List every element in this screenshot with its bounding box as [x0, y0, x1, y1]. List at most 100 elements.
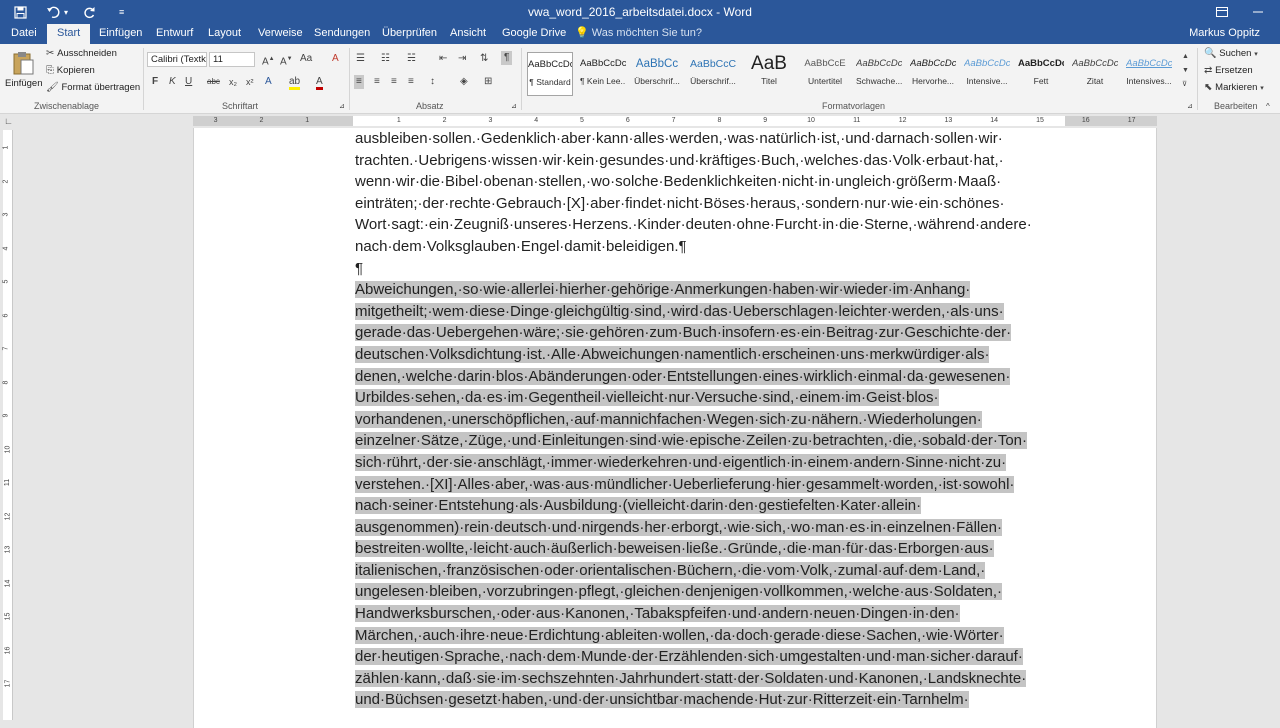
text-line[interactable]: ausbleiben·sollen.·Gedenklich·aber·kann·…	[355, 128, 1075, 150]
decrease-indent-icon[interactable]: ⇤	[439, 52, 447, 66]
style-zitat[interactable]: AaBbCcDc Zitat	[1072, 52, 1118, 96]
text-line[interactable]: Wort·sagt:·ein·Zeugniß·unseres·Herzens.·…	[355, 214, 1075, 236]
text-line[interactable]: bestreiten·wollte,·leicht·auch·äußerlich…	[355, 538, 1075, 560]
tab-ueberpruefen[interactable]: Überprüfen	[382, 24, 437, 44]
text-line[interactable]: Abweichungen,·so·wie·allerlei·hierher·ge…	[355, 279, 1075, 301]
highlight-icon[interactable]: ab	[289, 75, 301, 90]
text-line[interactable]: zählen·kann,·daß·sie·im·sechszehnten·Jah…	[355, 668, 1075, 690]
borders-icon[interactable]: ⊞	[484, 75, 492, 89]
shrink-font-icon[interactable]: A▼	[280, 52, 293, 69]
justify-icon[interactable]: ≡	[408, 75, 414, 89]
style-titel[interactable]: AaB Titel	[746, 52, 792, 96]
select-button[interactable]: ⬉ Markieren ▾	[1204, 81, 1264, 96]
tell-me-search[interactable]: 💡 Was möchten Sie tun?	[575, 24, 702, 44]
paragraph-dialog-launcher-icon[interactable]: ⊿	[511, 100, 517, 114]
font-color-icon[interactable]: A	[316, 75, 323, 90]
replace-button[interactable]: ⇄ Ersetzen	[1204, 64, 1253, 78]
paste-button[interactable]: Einfügen	[4, 48, 43, 96]
tab-einfuegen[interactable]: Einfügen	[99, 24, 142, 44]
change-case-icon[interactable]: Aa	[300, 52, 312, 66]
text-line[interactable]: verstehen.·[XI]·Alles·aber,·was·aus·münd…	[355, 474, 1075, 496]
text-line[interactable]: Urbildes·sehen,·da·es·im·Gegentheil·viel…	[355, 387, 1075, 409]
text-line[interactable]: Märchen,·auch·ihre·neue·Erdichtung·ablei…	[355, 625, 1075, 647]
text-line[interactable]: und·Büchsen·gesetzt·haben,·und·der·unsic…	[355, 689, 1075, 711]
minimize-icon[interactable]	[1240, 0, 1276, 24]
text-line[interactable]: trachten.·Uebrigens·wissen·wir·kein·gesu…	[355, 150, 1075, 172]
clear-formatting-icon[interactable]: A	[332, 52, 339, 66]
text-line[interactable]: italienischen,·französischen·oder·orient…	[355, 560, 1075, 582]
styles-dialog-launcher-icon[interactable]: ⊿	[1187, 100, 1193, 114]
align-left-icon[interactable]: ≡	[354, 75, 364, 89]
text-line[interactable]: ungelesen·bleiben,·vorzubringen·pflegt,·…	[355, 581, 1075, 603]
font-dialog-launcher-icon[interactable]: ⊿	[339, 100, 345, 114]
ribbon-display-options-icon[interactable]	[1204, 0, 1240, 24]
collapse-ribbon-icon[interactable]: ^	[1266, 100, 1270, 114]
style-hervorhebung[interactable]: AaBbCcDc Hervorhe...	[910, 52, 956, 96]
style-untertitel[interactable]: AaBbCcE Untertitel	[802, 52, 848, 96]
tab-verweise[interactable]: Verweise	[258, 24, 303, 44]
styles-more-icon[interactable]: ⊽	[1182, 78, 1187, 92]
styles-scroll-down-icon[interactable]: ▼	[1182, 64, 1189, 78]
align-right-icon[interactable]: ≡	[391, 75, 397, 89]
grow-font-icon[interactable]: A▲	[262, 52, 275, 69]
tab-google-drive[interactable]: Google Drive	[502, 24, 566, 44]
text-line[interactable]: denen,·welche·darin·blos·Abänderungen·od…	[355, 366, 1075, 388]
text-line[interactable]: nach·dem·Volksglauben·Engel·damit·beleid…	[355, 236, 1075, 258]
sort-icon[interactable]: ⇅	[480, 52, 488, 66]
tab-selector-icon[interactable]: ∟	[4, 114, 13, 128]
text-line[interactable]: mitgetheilt;·wem·diese·Dinge·gleichgülti…	[355, 301, 1075, 323]
underline-button[interactable]: U	[185, 75, 192, 89]
horizontal-ruler[interactable]: 3 2 1 1 2 3 4 5 6 7 8 9 10 11 12 13 14 15 16 17	[193, 116, 1157, 126]
increase-indent-icon[interactable]: ⇥	[458, 52, 466, 66]
text-line[interactable]: ¶	[355, 258, 1075, 280]
text-line[interactable]: der·heutigen·Sprache,·nach·dem·Munde·der…	[355, 646, 1075, 668]
text-line[interactable]: ausgenommen)·rein·deutsch·und·nirgends·h…	[355, 517, 1075, 539]
text-line[interactable]: einzelner·Sätze,·Züge,·und·Einleitungen·…	[355, 430, 1075, 452]
style-standard[interactable]: AaBbCcDc ¶ Standard	[527, 52, 573, 96]
style-fett[interactable]: AaBbCcDc Fett	[1018, 52, 1064, 96]
tab-datei[interactable]: Datei	[11, 24, 37, 44]
user-account[interactable]: Markus Oppitz	[1189, 24, 1260, 44]
style-schwache-hervorhebung[interactable]: AaBbCcDc Schwache...	[856, 52, 902, 96]
bold-button[interactable]: F	[152, 75, 158, 89]
vertical-ruler[interactable]: 1 2 3 4 5 6 7 8 9 10 11 12 13 14 15 16 17	[2, 130, 13, 720]
italic-button[interactable]: K	[169, 75, 176, 89]
strikethrough-button[interactable]: abc	[207, 75, 220, 89]
text-line[interactable]: vorhandenen,·unerschöpflichen,·auf·manni…	[355, 409, 1075, 431]
subscript-button[interactable]: x₂	[229, 75, 237, 89]
style-kein-leerraum[interactable]: AaBbCcDc ¶ Kein Lee...	[580, 52, 626, 96]
format-painter-button[interactable]: 🖌 Format übertragen	[46, 81, 140, 95]
text-line[interactable]: sich·rührt,·der·sie·anschlägt,·immer·wie…	[355, 452, 1075, 474]
bullets-icon[interactable]: ☰	[356, 52, 365, 66]
copy-button[interactable]: ⎘ Kopieren	[46, 64, 95, 78]
text-line[interactable]: deutschen·Volksdichtung·ist.·Alle·Abweic…	[355, 344, 1075, 366]
text-line[interactable]: gerade·das·Uebergehen·wäre;·sie·gehören·…	[355, 322, 1075, 344]
numbering-icon[interactable]: ☷	[381, 52, 390, 66]
style-ueberschrift-1[interactable]: AaBbCc Überschrif...	[634, 52, 680, 96]
tab-start[interactable]: Start	[47, 24, 91, 44]
search-button[interactable]: 🔍 Suchen ▾	[1204, 47, 1258, 62]
font-size-combo[interactable]: 11	[209, 52, 255, 67]
text-effects-icon[interactable]: A	[265, 75, 272, 89]
text-line[interactable]: wenn·wir·die·Bibel·obenan·stellen,·wo·so…	[355, 171, 1075, 193]
font-name-combo[interactable]: Calibri (Textk	[147, 52, 207, 67]
style-intensives-zitat[interactable]: AaBbCcDc Intensives...	[1126, 52, 1172, 96]
document-body[interactable]: ausbleiben·sollen.·Gedenklich·aber·kann·…	[355, 128, 1075, 711]
document-page[interactable]: ausbleiben·sollen.·Gedenklich·aber·kann·…	[193, 128, 1157, 728]
text-line[interactable]: nach·seiner·Entstehung·als·Ausbildung·(v…	[355, 495, 1075, 517]
cut-button[interactable]: ✂ Ausschneiden	[46, 47, 117, 61]
superscript-button[interactable]: x²	[246, 75, 254, 89]
style-ueberschrift-2[interactable]: AaBbCcC Überschrif...	[690, 52, 736, 96]
tab-entwurf[interactable]: Entwurf	[156, 24, 193, 44]
styles-scroll-up-icon[interactable]: ▲	[1182, 50, 1189, 64]
shading-icon[interactable]: ◈	[460, 75, 468, 89]
tab-ansicht[interactable]: Ansicht	[450, 24, 486, 44]
text-line[interactable]: Handwerksburschen,·oder·aus·Kanonen,·Tab…	[355, 603, 1075, 625]
tab-layout[interactable]: Layout	[208, 24, 241, 44]
line-spacing-icon[interactable]: ↕	[430, 75, 435, 89]
style-intensive-hervorhebung[interactable]: AaBbCcDc Intensive...	[964, 52, 1010, 96]
show-formatting-marks-icon[interactable]: ¶	[501, 51, 513, 65]
tab-sendungen[interactable]: Sendungen	[314, 24, 370, 44]
multilevel-list-icon[interactable]: ☵	[407, 52, 416, 66]
text-line[interactable]: einträten;·der·rechte·Gebrauch·[X]·aber·…	[355, 193, 1075, 215]
